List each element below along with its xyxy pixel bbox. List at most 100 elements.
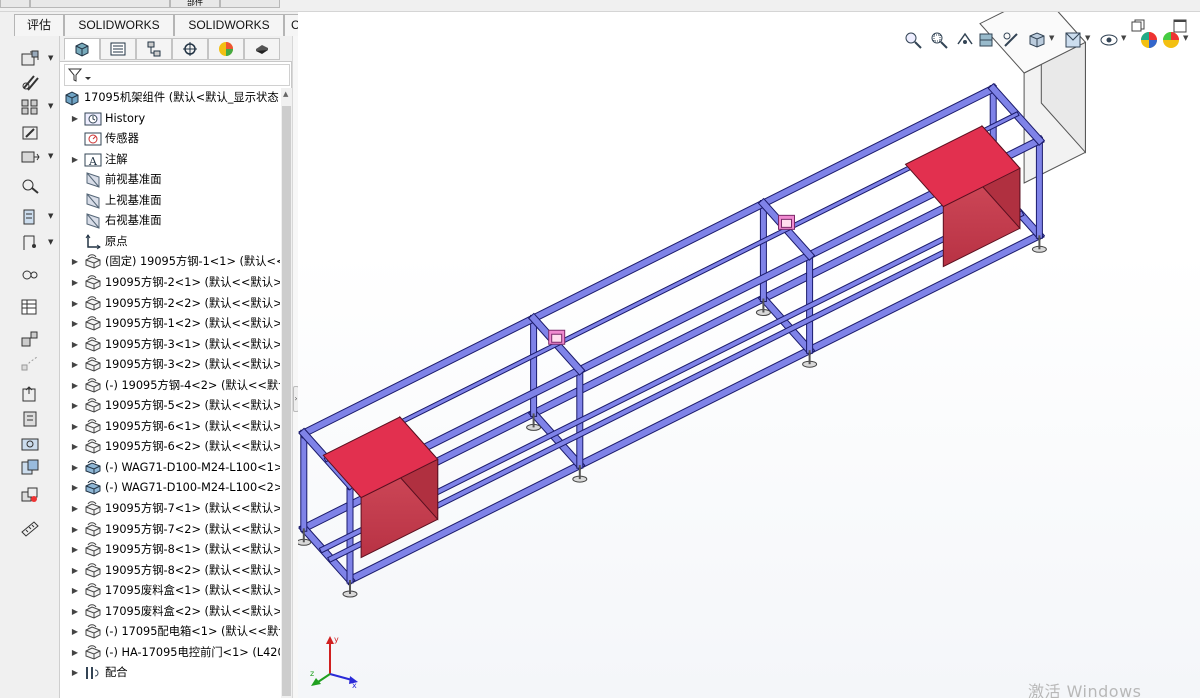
upper-rail-back[interactable] — [299, 84, 998, 438]
tree-root-assembly[interactable]: 17095机架组件 (默认<默认_显示状态 — [60, 88, 280, 108]
expand-arrow-icon[interactable]: ▶ — [70, 376, 80, 396]
feature-manager-tab[interactable] — [64, 38, 100, 60]
mate-icon[interactable] — [20, 74, 40, 92]
toolbar-button-fragment[interactable] — [0, 0, 30, 8]
instant3d-icon[interactable] — [20, 386, 40, 404]
update-speedpak-icon[interactable] — [20, 410, 40, 428]
display-manager-tab[interactable] — [208, 38, 244, 60]
bracket-slot-0[interactable] — [551, 333, 563, 343]
scrollbar-thumb[interactable] — [282, 106, 291, 696]
lower-rail-front[interactable] — [345, 231, 1044, 585]
previous-view-icon[interactable] — [955, 30, 975, 50]
tree-item[interactable]: ▶ 19095方钢-7<2> (默认<<默认>_ — [60, 520, 280, 540]
expand-arrow-icon[interactable]: ▶ — [70, 314, 80, 334]
display-style-icon[interactable] — [1063, 30, 1083, 50]
dynamic-annotation-icon[interactable] — [1001, 30, 1021, 50]
maximize-window-icon[interactable] — [1172, 18, 1188, 34]
cam-tab[interactable] — [244, 38, 280, 60]
tree-item[interactable]: ▶ (-) WAG71-D100-M24-L100<2> — [60, 478, 280, 498]
toolbar-button-fragment[interactable]: 部件 — [170, 0, 220, 8]
tree-item[interactable]: ▶ History — [60, 109, 280, 129]
chevron-down-icon[interactable]: ▼ — [1049, 34, 1054, 42]
expand-arrow-icon[interactable]: ▶ — [70, 458, 80, 478]
dimxpert-tab[interactable] — [172, 38, 208, 60]
tree-item[interactable]: ▶ (-) WAG71-D100-M24-L100<1> — [60, 458, 280, 478]
tree-item[interactable]: ▶ (固定) 19095方钢-1<1> (默认<< — [60, 252, 280, 272]
toolbar-button-fragment[interactable] — [220, 0, 280, 8]
tree-item[interactable]: ▶ (-) HA-17095电控前门<1> (L420 — [60, 643, 280, 663]
tree-item[interactable]: ▶ 19095方钢-7<1> (默认<<默认>_ — [60, 499, 280, 519]
large-assembly-icon[interactable] — [20, 458, 40, 476]
hide-show-icon[interactable] — [1099, 30, 1119, 50]
toolbar-button-fragment[interactable] — [30, 0, 170, 8]
feature-filter[interactable] — [64, 64, 290, 86]
new-motion-study-icon[interactable] — [20, 266, 40, 284]
move-component-icon[interactable] — [20, 148, 40, 166]
expand-arrow-icon[interactable]: ▶ — [70, 417, 80, 437]
restore-window-icon[interactable] — [1130, 18, 1146, 34]
expand-arrow-icon[interactable]: ▶ — [70, 520, 80, 540]
filter-icon[interactable] — [68, 68, 92, 83]
feature-tree-scrollbar[interactable]: ▲ — [281, 88, 292, 698]
expand-arrow-icon[interactable]: ▶ — [70, 540, 80, 560]
tree-item[interactable]: ▶ (-) 19095方钢-4<2> (默认<<默认 — [60, 376, 280, 396]
expand-arrow-icon[interactable]: ▶ — [70, 561, 80, 581]
chevron-down-icon[interactable]: ▼ — [48, 212, 53, 220]
graphics-viewport[interactable]: ▼▼▼▼▼ — [298, 12, 1200, 698]
scroll-up-icon[interactable]: ▲ — [283, 90, 288, 98]
expand-arrow-icon[interactable]: ▶ — [70, 478, 80, 498]
chevron-down-icon[interactable]: ▼ — [1085, 34, 1090, 42]
expand-arrow-icon[interactable]: ▶ — [70, 622, 80, 642]
view-orientation-icon[interactable] — [1027, 30, 1047, 50]
tree-item[interactable]: ▶ 19095方钢-6<2> (默认<<默认>_ — [60, 437, 280, 457]
assembly-features-icon[interactable] — [20, 208, 40, 226]
tree-item[interactable]: ▶ 19095方钢-8<2> (默认<<默认>_ — [60, 561, 280, 581]
tree-item[interactable]: ▶ 19095方钢-2<2> (默认<<默认>_ — [60, 294, 280, 314]
tree-item[interactable]: ▶ 19095方钢-1<2> (默认<<默认>_ — [60, 314, 280, 334]
bill-of-materials-icon[interactable] — [20, 298, 40, 316]
reference-geometry-icon[interactable] — [20, 234, 40, 252]
tree-item[interactable]: ▶ 19095方钢-5<2> (默认<<默认>_ — [60, 396, 280, 416]
show-hidden-icon[interactable] — [20, 176, 40, 194]
interference-detection-icon[interactable] — [20, 486, 40, 504]
tree-item[interactable]: ▶ 19095方钢-3<1> (默认<<默认>_ — [60, 335, 280, 355]
tree-item[interactable]: ▶ 19095方钢-6<1> (默认<<默认>_ — [60, 417, 280, 437]
expand-arrow-icon[interactable]: ▶ — [70, 643, 80, 663]
tree-item[interactable]: ▶ 19095方钢-2<1> (默认<<默认>_ — [60, 273, 280, 293]
tree-item[interactable]: 前视基准面 — [60, 170, 280, 190]
tree-item[interactable]: ▶ (-) 17095配电箱<1> (默认<<默认 — [60, 622, 280, 642]
tree-item[interactable]: 传感器 — [60, 129, 280, 149]
expand-arrow-icon[interactable]: ▶ — [70, 294, 80, 314]
expand-arrow-icon[interactable]: ▶ — [70, 499, 80, 519]
chevron-down-icon[interactable]: ▼ — [48, 102, 53, 110]
tree-item[interactable]: ▶ A 注解 — [60, 150, 280, 170]
section-view-icon[interactable] — [977, 30, 997, 50]
expand-arrow-icon[interactable]: ▶ — [70, 602, 80, 622]
tree-item[interactable]: ▶ 17095废料盒<1> (默认<<默认>_ — [60, 581, 280, 601]
tab-evaluate[interactable]: 评估 — [14, 14, 64, 36]
configuration-manager-tab[interactable] — [136, 38, 172, 60]
tree-item[interactable]: 右视基准面 — [60, 211, 280, 231]
expand-arrow-icon[interactable]: ▶ — [70, 273, 80, 293]
expand-arrow-icon[interactable]: ▶ — [70, 396, 80, 416]
tree-item[interactable]: 上视基准面 — [60, 191, 280, 211]
exploded-view-icon[interactable] — [20, 330, 40, 348]
expand-arrow-icon[interactable]: ▶ — [70, 437, 80, 457]
insert-components-icon[interactable] — [20, 50, 40, 68]
linear-pattern-icon[interactable] — [20, 98, 40, 116]
expand-arrow-icon[interactable]: ▶ — [70, 581, 80, 601]
chevron-down-icon[interactable]: ▼ — [1121, 34, 1126, 42]
expand-arrow-icon[interactable]: ▶ — [70, 355, 80, 375]
expand-arrow-icon[interactable]: ▶ — [70, 109, 80, 129]
chevron-down-icon[interactable]: ▼ — [48, 54, 53, 62]
explode-line-icon[interactable] — [20, 354, 40, 372]
tab-solidworks-mbd[interactable]: SOLIDWORKS MBD — [174, 14, 284, 52]
property-manager-tab[interactable] — [100, 38, 136, 60]
smart-fasteners-icon[interactable] — [20, 124, 40, 142]
zoom-to-area-icon[interactable] — [929, 30, 949, 50]
tree-item[interactable]: ▶ 配合 — [60, 663, 280, 683]
expand-arrow-icon[interactable]: ▶ — [70, 663, 80, 683]
tree-item[interactable]: 原点 — [60, 232, 280, 252]
expand-arrow-icon[interactable]: ▶ — [70, 252, 80, 272]
chevron-down-icon[interactable]: ▼ — [48, 152, 53, 160]
